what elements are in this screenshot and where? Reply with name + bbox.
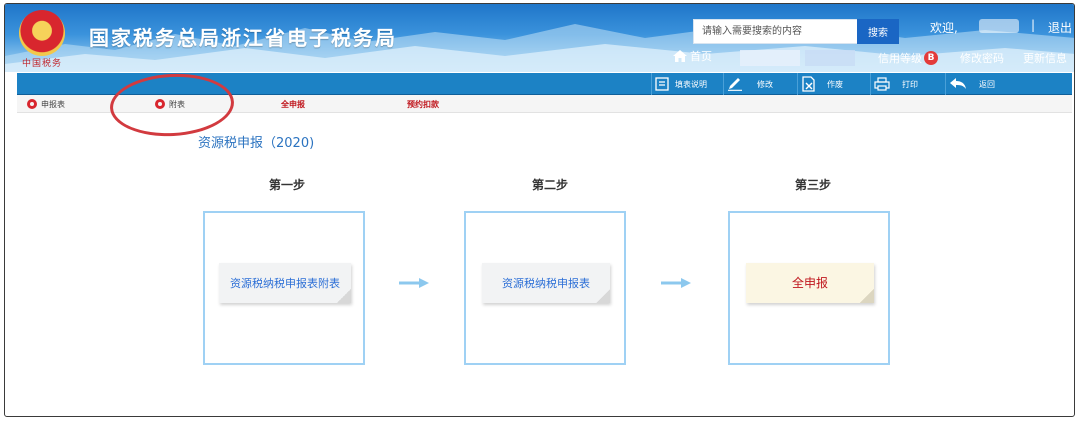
logout-link[interactable]: 退出 <box>1048 19 1072 36</box>
gear-icon <box>27 99 37 109</box>
tab-declaration-form[interactable]: 申报表 <box>27 97 65 111</box>
redacted-block <box>805 50 855 66</box>
credit-level-badge: B <box>924 51 938 65</box>
fill-instructions-button[interactable]: 填表说明 <box>651 73 707 95</box>
back-button[interactable]: 返回 <box>945 73 995 95</box>
step-2-card: 资源税纳税申报表 <box>464 206 633 365</box>
step-3-label: 第三步 <box>794 178 831 192</box>
home-label: 首页 <box>690 50 712 63</box>
credit-label: 信用等级 <box>878 52 922 65</box>
document-icon <box>655 77 669 91</box>
right-arrow-icon <box>661 278 691 288</box>
attachment-form-button[interactable]: 资源税纳税申报表附表 <box>219 263 351 303</box>
back-label: 返回 <box>979 79 995 89</box>
page-title: 资源税申报（2020) <box>198 136 315 151</box>
username-redacted <box>979 19 1019 33</box>
home-icon <box>673 50 687 62</box>
printer-icon <box>874 77 890 91</box>
welcome-text: 欢迎, <box>930 21 958 35</box>
edit-button[interactable]: 修改 <box>723 73 773 95</box>
search-input[interactable] <box>693 19 857 44</box>
pencil-icon <box>728 78 742 91</box>
site-title: 国家税务总局浙江省电子税务局 <box>89 26 397 50</box>
search-button[interactable]: 搜索 <box>857 19 899 44</box>
return-arrow-icon <box>950 78 966 89</box>
form-tabs: 申报表 附表 全申报 预约扣款 <box>17 95 1072 113</box>
tab-label: 预约扣款 <box>407 99 439 109</box>
full-declaration-button[interactable]: 全申报 <box>746 263 874 303</box>
redacted-block <box>740 50 800 66</box>
tab-label: 全申报 <box>281 99 305 109</box>
browser-frame: ★ 中国税务 国家税务总局浙江省电子税务局 搜索 欢迎, | 退出 首页 信用等… <box>4 3 1075 417</box>
step-1-label: 第一步 <box>268 178 305 192</box>
update-info-link[interactable]: 更新信息 <box>1023 50 1067 66</box>
step-3-card: 全申报 <box>728 206 897 365</box>
credit-rating: 信用等级 B <box>878 50 938 66</box>
right-arrow-icon <box>399 278 429 288</box>
gear-icon <box>155 99 165 109</box>
edit-label: 修改 <box>757 79 773 89</box>
tax-emblem-icon: ★ <box>19 10 65 56</box>
void-document-icon <box>802 76 815 92</box>
site-header: ★ 中国税务 国家税务总局浙江省电子税务局 搜索 欢迎, | 退出 首页 信用等… <box>5 4 1074 72</box>
tab-label: 附表 <box>169 99 185 109</box>
home-link[interactable]: 首页 <box>673 48 712 64</box>
void-button[interactable]: 作废 <box>797 73 843 95</box>
void-label: 作废 <box>827 79 843 89</box>
step-2-label: 第二步 <box>531 178 568 192</box>
print-label: 打印 <box>902 79 918 89</box>
tab-attachment[interactable]: 附表 <box>155 97 185 111</box>
tab-full-declaration[interactable]: 全申报 <box>281 97 305 111</box>
emblem-caption: 中国税务 <box>21 59 62 69</box>
declaration-form-button[interactable]: 资源税纳税申报表 <box>482 263 610 303</box>
step-1-card: 资源税纳税申报表附表 <box>203 206 372 365</box>
print-button[interactable]: 打印 <box>870 73 918 95</box>
tab-scheduled-deduction[interactable]: 预约扣款 <box>407 97 439 111</box>
tab-label: 申报表 <box>41 99 65 109</box>
form-toolbar: 填表说明 修改 作废 打印 返回 <box>17 73 1072 95</box>
fill-instructions-label: 填表说明 <box>675 79 707 89</box>
header-divider: | <box>1031 18 1036 32</box>
change-password-link[interactable]: 修改密码 <box>960 50 1004 66</box>
